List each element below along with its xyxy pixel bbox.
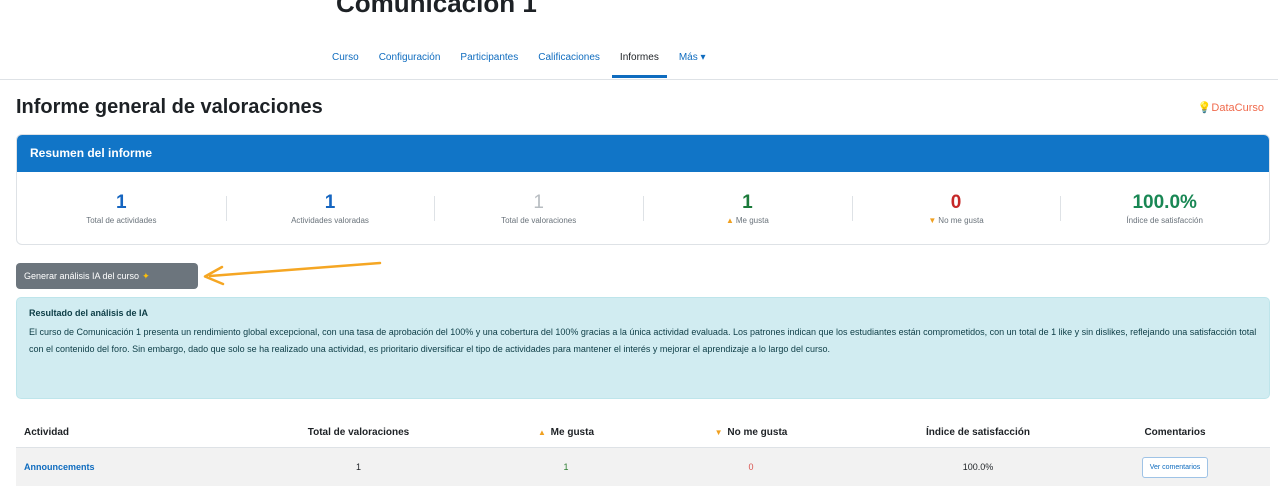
stat-value: 1 <box>116 191 127 213</box>
thumbs-down-icon: ▼ <box>714 427 723 437</box>
nav-divider <box>0 79 1278 80</box>
stat-label: Total de valoraciones <box>501 215 577 225</box>
stat-label: No me gusta <box>938 215 984 225</box>
activity-link[interactable]: Announcements <box>24 462 95 472</box>
annotation-arrow-icon <box>203 261 382 286</box>
course-title: Comunicación 1 <box>336 0 537 18</box>
stat-value: 0 <box>950 191 962 213</box>
thumbs-up-icon: ▲ <box>537 427 546 437</box>
stat-label: Actividades valoradas <box>291 215 369 225</box>
page-title: Informe general de valoraciones <box>16 96 323 118</box>
ai-button-label: Generar análisis IA del curso <box>24 271 140 281</box>
cell-dislikes: 0 <box>748 462 754 472</box>
stat-total-activities: 1 Total de actividades <box>17 192 226 225</box>
nav-tab-configuracion[interactable]: Configuración <box>369 44 451 78</box>
stat-label-wrap: ▲ Me gusta <box>643 216 852 225</box>
summary-header: Resumen del informe <box>17 135 1269 172</box>
stat-value: 1 <box>742 191 753 213</box>
table-header-row: Actividad Total de valoraciones ▲ Me gus… <box>16 417 1270 448</box>
stat-likes: 1 ▲ Me gusta <box>643 192 852 225</box>
nav-tab-mas-dropdown[interactable]: Más ▾ <box>669 44 716 78</box>
stat-value: 100.0% <box>1132 191 1197 213</box>
thumbs-up-icon: ▲ <box>725 215 734 225</box>
nav-tab-curso[interactable]: Curso <box>322 44 369 78</box>
ai-result-panel: Resultado del análisis de IA El curso de… <box>16 297 1270 399</box>
header-activity: Actividad <box>24 426 70 438</box>
stat-dislikes: 0 ▼ No me gusta <box>851 191 1061 225</box>
stat-rated-activities: 1 Actividades valoradas <box>225 191 435 225</box>
stat-label: Me gusta <box>735 215 769 225</box>
activities-table: Actividad Total de valoraciones ▲ Me gus… <box>16 417 1270 486</box>
ai-result-text: El curso de Comunicación 1 presenta un r… <box>29 327 1257 354</box>
stat-label-wrap: ▼ No me gusta <box>852 216 1061 225</box>
nav-tab-calificaciones[interactable]: Calificaciones <box>528 44 610 78</box>
table-row: Announcements 1 1 0 100.0% Ver comentari… <box>16 448 1270 486</box>
stat-value: 1 <box>533 191 544 213</box>
nav-tab-informes[interactable]: Informes <box>610 44 669 78</box>
sparkles-icon: ✦ <box>142 271 150 281</box>
cell-likes: 1 <box>563 462 569 472</box>
stat-satisfaction-index: 100.0% Índice de satisfacción <box>1060 192 1269 225</box>
summary-card: Resumen del informe 1 Total de actividad… <box>16 134 1270 245</box>
header-comments: Comentarios <box>1144 426 1206 438</box>
thumbs-down-icon: ▼ <box>928 215 937 225</box>
header-likes-label: Me gusta <box>550 426 595 438</box>
header-likes: ▲ Me gusta <box>506 427 626 438</box>
header-total-ratings: Total de valoraciones <box>307 426 410 438</box>
summary-stats: 1 Total de actividades 1 Actividades val… <box>17 172 1269 244</box>
ai-result-title: Resultado del análisis de IA <box>29 308 149 318</box>
cell-satisfaction: 100.0% <box>962 462 994 472</box>
view-comments-button[interactable]: Ver comentarios <box>1141 456 1209 478</box>
stat-label: Total de actividades <box>86 215 157 225</box>
header-satisfaction: Índice de satisfacción <box>926 426 1030 438</box>
header-dislikes: ▼ No me gusta <box>626 427 876 438</box>
header-dislikes-label: No me gusta <box>727 426 788 438</box>
stat-label: Índice de satisfacción <box>1126 215 1203 225</box>
stat-total-ratings: 1 Total de valoraciones <box>434 192 643 225</box>
stat-value: 1 <box>324 191 336 213</box>
generate-ai-analysis-button[interactable]: Generar análisis IA del curso ✦ <box>16 263 198 289</box>
cell-total-ratings: 1 <box>355 462 361 472</box>
course-nav: Curso Configuración Participantes Califi… <box>322 44 716 78</box>
datacurso-brand-logo: 💡DataCurso <box>1197 102 1264 114</box>
nav-tab-participantes[interactable]: Participantes <box>450 44 528 78</box>
